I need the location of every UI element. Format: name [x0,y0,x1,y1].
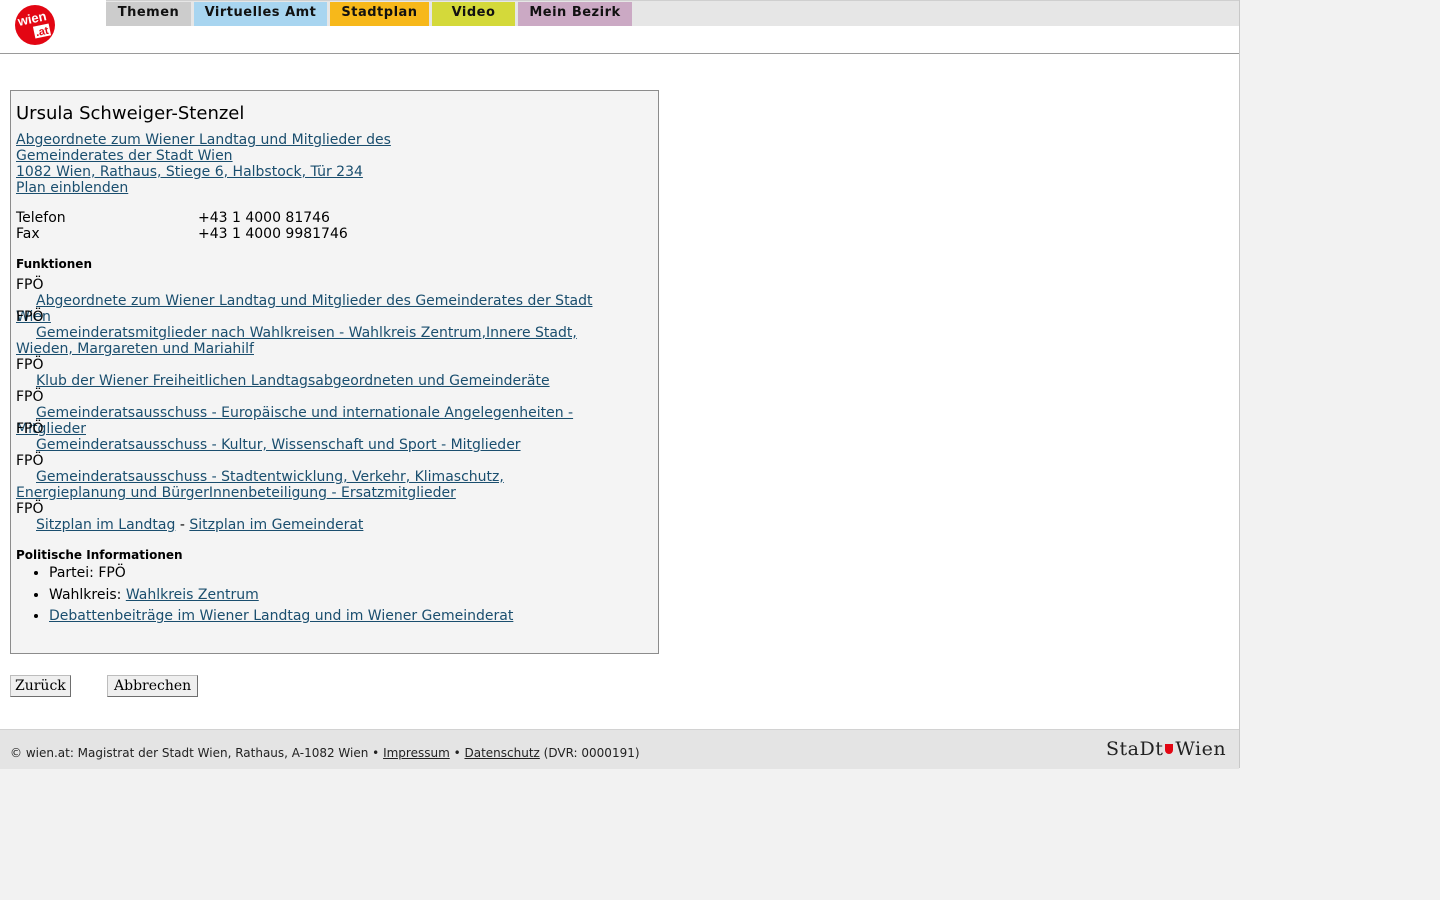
list-item: Debattenbeiträge im Wiener Landtag und i… [49,606,513,628]
cancel-button[interactable]: Abbrechen [107,675,199,697]
function-link[interactable]: Klub der Wiener Freiheitlichen Landtagsa… [36,373,550,389]
district-link[interactable]: Wahlkreis Zentrum [126,587,259,603]
phone-value: +43 1 4000 81746 [198,210,330,226]
function-party: FPÖ [16,309,44,325]
list-item: Wahlkreis: Wahlkreis Zentrum [49,585,513,607]
list-item: Partei: FPÖ [49,563,513,585]
function-party: FPÖ [16,277,44,293]
footer-copyright: © wien.at: Magistrat der Stadt Wien, Rat… [10,746,384,760]
tab-stadtplan[interactable]: Stadtplan [330,2,429,26]
function-party: FPÖ [16,501,44,517]
wien-at-logo[interactable]: wien .at [14,4,56,46]
footer-separator: • [449,746,465,760]
brand-left: StaDt [1106,738,1164,760]
tab-themen[interactable]: Themen [106,2,191,26]
function-item: Gemeinderatsausschuss - Europäische und … [16,405,626,437]
page: wien .at Themen Virtuelles Amt Stadtplan… [0,0,1240,769]
fax-value: +43 1 4000 9981746 [198,226,348,242]
function-item: Klub der Wiener Freiheitlichen Landtagsa… [16,373,616,389]
address-link[interactable]: 1082 Wien, Rathaus, Stiege 6, Halbstock,… [16,164,363,180]
function-link[interactable]: Abgeordnete zum Wiener Landtag und Mitgl… [16,293,593,325]
function-item: Gemeinderatsausschuss - Stadtentwicklung… [16,469,616,501]
sitzplan-gemeinderat-link[interactable]: Sitzplan im Gemeinderat [189,517,363,533]
person-name: Ursula Schweiger-Stenzel [16,103,245,124]
stadt-wien-brand[interactable]: StaDt Wien [1106,738,1226,760]
brand-right: Wien [1175,738,1227,760]
party-label: Partei: [49,565,99,581]
logo-icon: wien .at [15,5,55,45]
fax-label: Fax [16,226,40,242]
party-value: FPÖ [98,565,126,581]
function-item: Gemeinderatsausschuss - Kultur, Wissensc… [16,437,616,453]
function-link[interactable]: Gemeinderatsmitglieder nach Wahlkreisen … [16,325,577,357]
function-item: Gemeinderatsmitglieder nach Wahlkreisen … [16,325,601,357]
top-navigation: Themen Virtuelles Amt Stadtplan Video Me… [106,0,1239,26]
debates-link[interactable]: Debattenbeiträge im Wiener Landtag und i… [49,608,513,624]
function-link[interactable]: Gemeinderatsausschuss - Stadtentwicklung… [16,469,504,501]
tab-mein-bezirk[interactable]: Mein Bezirk [518,2,632,26]
footer: © wien.at: Magistrat der Stadt Wien, Rat… [0,729,1239,769]
political-info-heading: Politische Informationen [16,548,183,562]
function-party: FPÖ [16,421,44,437]
plan-einblenden-link[interactable]: Plan einblenden [16,180,128,196]
function-link[interactable]: Gemeinderatsausschuss - Europäische und … [16,405,573,437]
functions-heading: Funktionen [16,257,92,271]
function-party: FPÖ [16,453,44,469]
footer-text: © wien.at: Magistrat der Stadt Wien, Rat… [10,746,640,760]
function-party: FPÖ [16,357,44,373]
tab-virtuelles-amt[interactable]: Virtuelles Amt [194,2,327,26]
function-link[interactable]: Gemeinderatsausschuss - Kultur, Wissensc… [36,437,521,453]
sitzplan-landtag-link[interactable]: Sitzplan im Landtag [36,517,175,533]
subtitle-link[interactable]: Abgeordnete zum Wiener Landtag und Mitgl… [16,132,496,164]
seat-plan-row: Sitzplan im Landtag - Sitzplan im Gemein… [16,517,616,533]
wien-shield-icon [1165,744,1174,754]
person-card: Ursula Schweiger-Stenzel Abgeordnete zum… [10,90,659,654]
phone-label: Telefon [16,210,66,226]
datenschutz-link[interactable]: Datenschutz [464,746,539,760]
back-button[interactable]: Zurück [10,675,71,697]
seat-separator: - [175,517,190,533]
impressum-link[interactable]: Impressum [383,746,450,760]
district-label: Wahlkreis: [49,586,126,603]
function-party: FPÖ [16,389,44,405]
function-item: Abgeordnete zum Wiener Landtag und Mitgl… [16,293,616,325]
footer-dvr: (DVR: 0000191) [539,746,640,760]
header-divider [0,53,1239,54]
tab-video[interactable]: Video [432,2,515,26]
political-info-list: Partei: FPÖ Wahlkreis: Wahlkreis Zentrum… [16,563,513,628]
